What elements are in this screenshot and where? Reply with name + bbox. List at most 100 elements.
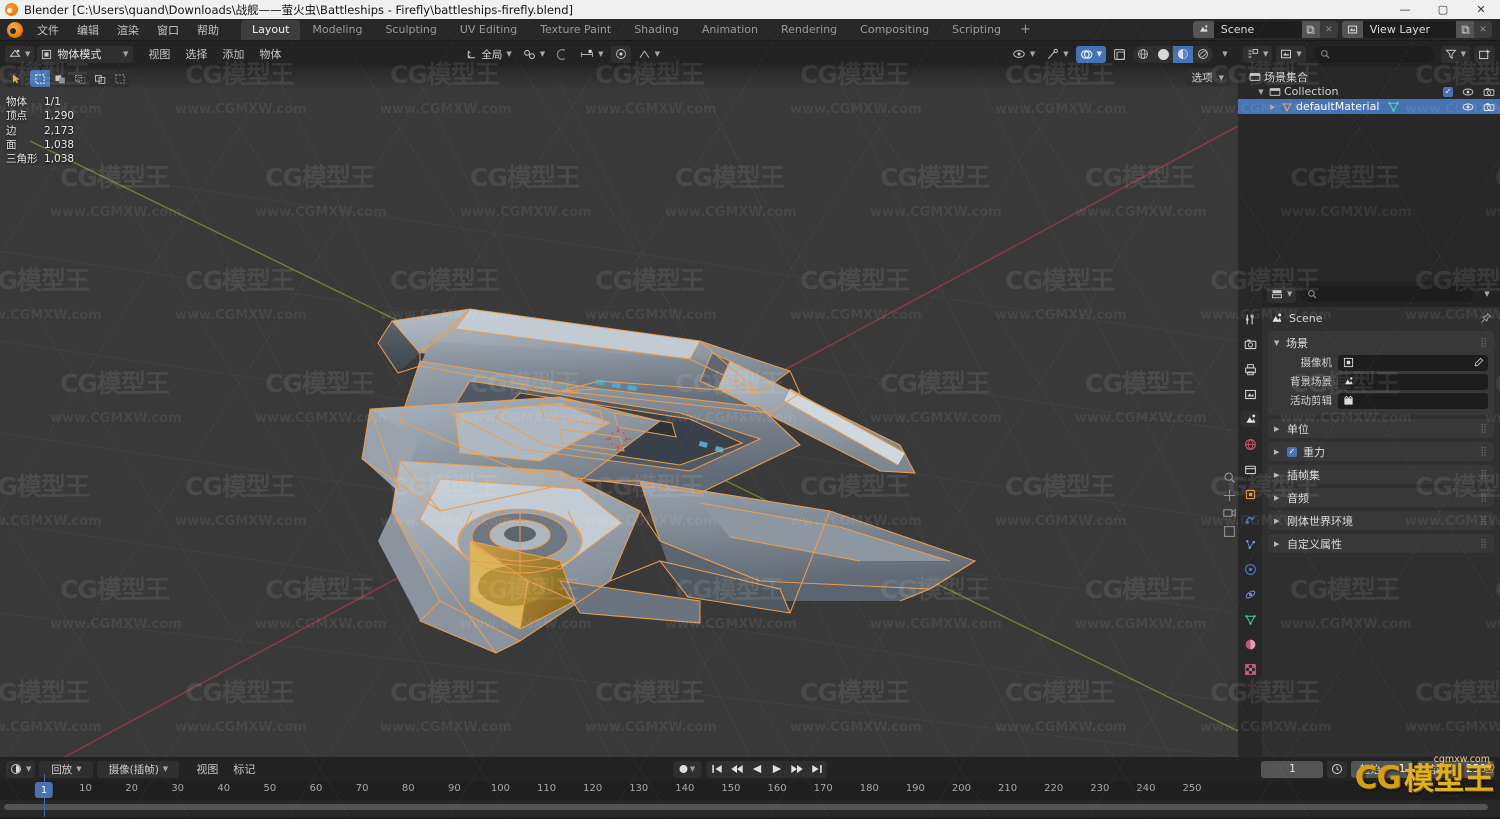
proportional-falloff-button[interactable] (610, 45, 631, 63)
timeline-editor-type-button[interactable]: ▼ (6, 760, 36, 778)
viewport-menu-object[interactable]: 物体 (252, 44, 288, 64)
panel-scene-header[interactable]: ▼ 场景 ⣿ (1268, 334, 1494, 352)
play-button[interactable] (767, 761, 787, 778)
move-view-icon[interactable] (1223, 489, 1236, 502)
remove-view-layer-button[interactable]: ✕ (1474, 21, 1492, 38)
panel-scene[interactable]: ▼ 场景 ⣿ 摄像机 背景场景 活动剪辑 (1268, 331, 1494, 415)
tab-animation[interactable]: Animation (691, 20, 769, 40)
tab-view-layer[interactable] (1241, 386, 1259, 402)
panel-scene-triangle[interactable]: ▼ (1274, 339, 1281, 347)
timeline-menu-marker[interactable]: 标记 (226, 759, 262, 779)
view-layer-selector[interactable]: View Layer ✕ (1341, 21, 1492, 38)
timeline-track-area[interactable] (0, 800, 1500, 817)
timeline-editor[interactable]: ▼ 回放 ▼ 摄像(插帧) ▼ 视图 标记 ▼ 1 起始 1 结束点 250 1… (0, 757, 1500, 817)
hide-in-viewport-icon[interactable] (1462, 87, 1474, 97)
gravity-checkbox[interactable]: ✓ (1287, 446, 1297, 457)
viewport-menu-add[interactable]: 添加 (215, 44, 251, 64)
scene-selector[interactable]: Scene ✕ (1192, 21, 1338, 38)
falloff-curve-button[interactable]: ▼ (634, 46, 664, 63)
tab-material[interactable] (1241, 636, 1259, 652)
tab-texture-paint[interactable]: Texture Paint (529, 20, 622, 40)
menu-render[interactable]: 渲染 (109, 20, 147, 40)
outliner-editor-type-button[interactable]: ▼ (1243, 45, 1273, 63)
zoom-icon[interactable] (1223, 471, 1236, 484)
properties-editor[interactable]: ▼ ▼ Scene ▼ 场景 ⣿ 摄像机 背景场景 活动剪辑 ▶ 单位 ⣿ ▶ … (1238, 281, 1500, 757)
tweak-tool-button[interactable] (6, 70, 26, 87)
collection-checkbox[interactable]: ✓ (1443, 86, 1453, 97)
object-hide-viewport-icon[interactable] (1462, 102, 1474, 112)
panel-audio-triangle[interactable]: ▶ (1274, 494, 1281, 502)
eyedropper-icon[interactable] (1473, 357, 1484, 368)
outliner-search-input[interactable] (1312, 45, 1434, 63)
menu-edit[interactable]: 编辑 (69, 20, 107, 40)
tab-scripting[interactable]: Scripting (941, 20, 1012, 40)
viewport-menu-view[interactable]: 视图 (141, 44, 177, 64)
field-active-clip[interactable] (1338, 392, 1488, 409)
transform-orientation-dropdown[interactable]: 全局 ▼ (462, 46, 515, 63)
menu-file[interactable]: 文件 (29, 20, 67, 40)
outliner-display-mode-button[interactable]: ▼ (1276, 45, 1306, 63)
tab-output[interactable] (1241, 361, 1259, 377)
object-disable-render-icon[interactable] (1483, 102, 1495, 112)
tab-compositing[interactable]: Compositing (849, 20, 940, 40)
expand-triangle-object[interactable]: ▶ (1268, 103, 1278, 111)
end-frame-field[interactable]: 结束点 250 (1417, 760, 1494, 778)
auto-keying-button[interactable]: ▼ (673, 760, 702, 778)
jump-to-start-button[interactable] (707, 761, 727, 778)
camera-view-icon[interactable] (1223, 507, 1236, 520)
tab-collection[interactable] (1241, 461, 1259, 477)
tab-modeling[interactable]: Modeling (301, 20, 373, 40)
panel-rigid-body-world[interactable]: ▶ 刚体世界环境 ⣿ (1268, 511, 1494, 530)
row-background-scene[interactable]: 背景场景 (1274, 373, 1488, 390)
row-active-clip[interactable]: 活动剪辑 (1274, 392, 1488, 409)
outliner-row-object-defaultmaterial[interactable]: ▶ defaultMaterial (1238, 99, 1500, 114)
timeline-horizontal-scrollbar[interactable] (4, 804, 1488, 810)
minimize-button[interactable]: — (1386, 0, 1424, 19)
tab-constraints[interactable] (1241, 586, 1259, 602)
tab-uv-editing[interactable]: UV Editing (449, 20, 528, 40)
interaction-mode-dropdown[interactable]: 物体模式 ▼ (37, 45, 134, 63)
panel-gravity-triangle[interactable]: ▶ (1274, 448, 1281, 456)
3d-viewport[interactable]: ▼ 物体模式 ▼ 视图 选择 添加 物体 全局 ▼ ▼ ▼ ▼ ▼ ▼ ▼ ▼ … (0, 41, 1238, 757)
menu-window[interactable]: 窗口 (149, 20, 187, 40)
new-scene-button[interactable] (1301, 21, 1320, 38)
unlink-scene-button[interactable]: ✕ (1319, 21, 1338, 38)
start-frame-field[interactable]: 起始 1 (1351, 760, 1414, 778)
menu-help[interactable]: 帮助 (189, 20, 227, 40)
shading-wireframe-button[interactable] (1133, 46, 1153, 63)
tab-tool[interactable] (1241, 311, 1259, 327)
panel-gravity[interactable]: ▶ ✓ 重力 ⣿ (1268, 442, 1494, 461)
previous-keyframe-button[interactable] (727, 761, 747, 778)
editor-type-button[interactable]: ▼ (5, 45, 35, 63)
tab-shading[interactable]: Shading (623, 20, 690, 40)
panel-rigid-body-world-triangle[interactable]: ▶ (1274, 517, 1281, 525)
maximize-button[interactable]: ▢ (1424, 0, 1462, 19)
outliner-filter-button[interactable]: ▼ (1440, 45, 1470, 63)
disable-in-render-icon[interactable] (1483, 87, 1495, 97)
select-subtract-button[interactable] (70, 70, 90, 87)
new-view-layer-button[interactable] (1456, 21, 1474, 38)
snap-target-button[interactable]: ▼ (576, 46, 607, 63)
tab-modifiers[interactable] (1241, 511, 1259, 527)
add-workspace-button[interactable]: + (1013, 20, 1038, 39)
panel-units[interactable]: ▶ 单位 ⣿ (1268, 419, 1494, 438)
panel-units-triangle[interactable]: ▶ (1274, 425, 1281, 433)
tab-layout[interactable]: Layout (241, 19, 301, 40)
properties-panel-list[interactable]: ▼ 场景 ⣿ 摄像机 背景场景 活动剪辑 ▶ 单位 ⣿ ▶ ✓ 重力 ⣿ ▶ 插… (1262, 329, 1500, 757)
viewport-canvas[interactable] (0, 41, 1238, 757)
viewport-options-dropdown[interactable]: 选项 ▼ (1185, 69, 1230, 86)
ortho-perspective-icon[interactable] (1223, 525, 1236, 538)
viewport-menu-select[interactable]: 选择 (178, 44, 214, 64)
tab-render[interactable] (1241, 336, 1259, 352)
blender-menu-icon[interactable] (7, 21, 23, 38)
panel-keying-sets-triangle[interactable]: ▶ (1274, 471, 1281, 479)
field-camera[interactable] (1338, 354, 1488, 371)
outliner-row-scene-collection[interactable]: 场景集合 (1238, 69, 1500, 84)
snap-toggle-button[interactable]: ▼ (519, 46, 549, 63)
next-keyframe-button[interactable] (787, 761, 807, 778)
timeline-playhead[interactable]: 1 (34, 782, 54, 798)
overlays-toggle-button[interactable]: ▼ (1075, 45, 1106, 63)
proportional-editing-button[interactable] (552, 46, 573, 63)
tab-texture[interactable] (1241, 661, 1259, 677)
new-collection-button[interactable] (1474, 45, 1495, 63)
